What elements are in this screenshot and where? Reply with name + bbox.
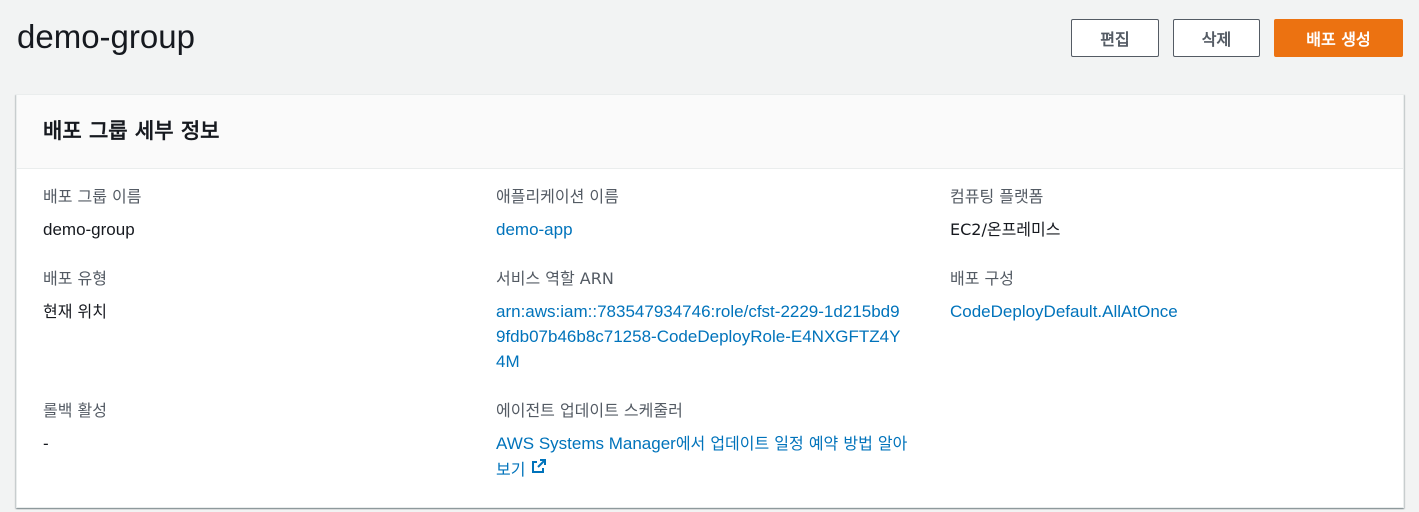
link-prefix: AWS Systems Manager — [496, 434, 676, 453]
field-label: 배포 유형 — [43, 269, 107, 288]
field-service-role-arn: 서비스 역할 ARN arn:aws:iam::783547934746:rol… — [496, 268, 906, 374]
edit-button[interactable]: 편집 — [1071, 19, 1159, 57]
deployment-config-link[interactable]: CodeDeployDefault.AllAtOnce — [950, 302, 1178, 321]
header-actions: 편집 삭제 배포 생성 — [1071, 19, 1403, 57]
field-label: 서비스 역할 ARN — [496, 269, 614, 288]
field-deployment-group-name: 배포 그룹 이름 demo-group — [43, 186, 142, 242]
field-label: 롤백 활성 — [43, 401, 107, 420]
create-deployment-button[interactable]: 배포 생성 — [1274, 19, 1403, 57]
field-value: EC2/온프레미스 — [950, 220, 1061, 239]
panel-header: 배포 그룹 세부 정보 — [17, 95, 1403, 169]
deployment-group-details-panel: 배포 그룹 세부 정보 배포 그룹 이름 demo-group 배포 유형 현재… — [16, 94, 1404, 508]
agent-update-scheduler-link[interactable]: AWS Systems Manager에서 업데이트 일정 예약 방법 알아보기 — [496, 431, 916, 483]
field-deployment-config: 배포 구성 CodeDeployDefault.AllAtOnce — [950, 268, 1178, 324]
field-rollback-enabled: 롤백 활성 - — [43, 400, 107, 456]
field-compute-platform: 컴퓨팅 플랫폼 EC2/온프레미스 — [950, 186, 1060, 242]
page-header: demo-group 편집 삭제 배포 생성 — [0, 0, 1419, 78]
field-deployment-type: 배포 유형 현재 위치 — [43, 268, 107, 324]
field-label: 컴퓨팅 플랫폼 — [950, 187, 1044, 206]
field-value: - — [43, 434, 49, 453]
service-role-arn-link[interactable]: arn:aws:iam::783547934746:role/cfst-2229… — [496, 299, 906, 374]
field-agent-update-scheduler: 에이전트 업데이트 스케줄러 AWS Systems Manager에서 업데이… — [496, 400, 916, 483]
field-application-name: 애플리케이션 이름 demo-app — [496, 186, 619, 242]
delete-button[interactable]: 삭제 — [1173, 19, 1260, 57]
field-value: 현재 위치 — [43, 302, 107, 321]
field-label: 배포 그룹 이름 — [43, 187, 142, 206]
page-title: demo-group — [17, 18, 195, 55]
application-link[interactable]: demo-app — [496, 220, 573, 239]
field-label: 애플리케이션 이름 — [496, 187, 619, 206]
field-label: 배포 구성 — [950, 269, 1014, 288]
panel-title: 배포 그룹 세부 정보 — [43, 119, 220, 143]
field-value: demo-group — [43, 220, 135, 239]
field-label: 에이전트 업데이트 스케줄러 — [496, 401, 683, 420]
external-link-icon — [531, 456, 547, 482]
